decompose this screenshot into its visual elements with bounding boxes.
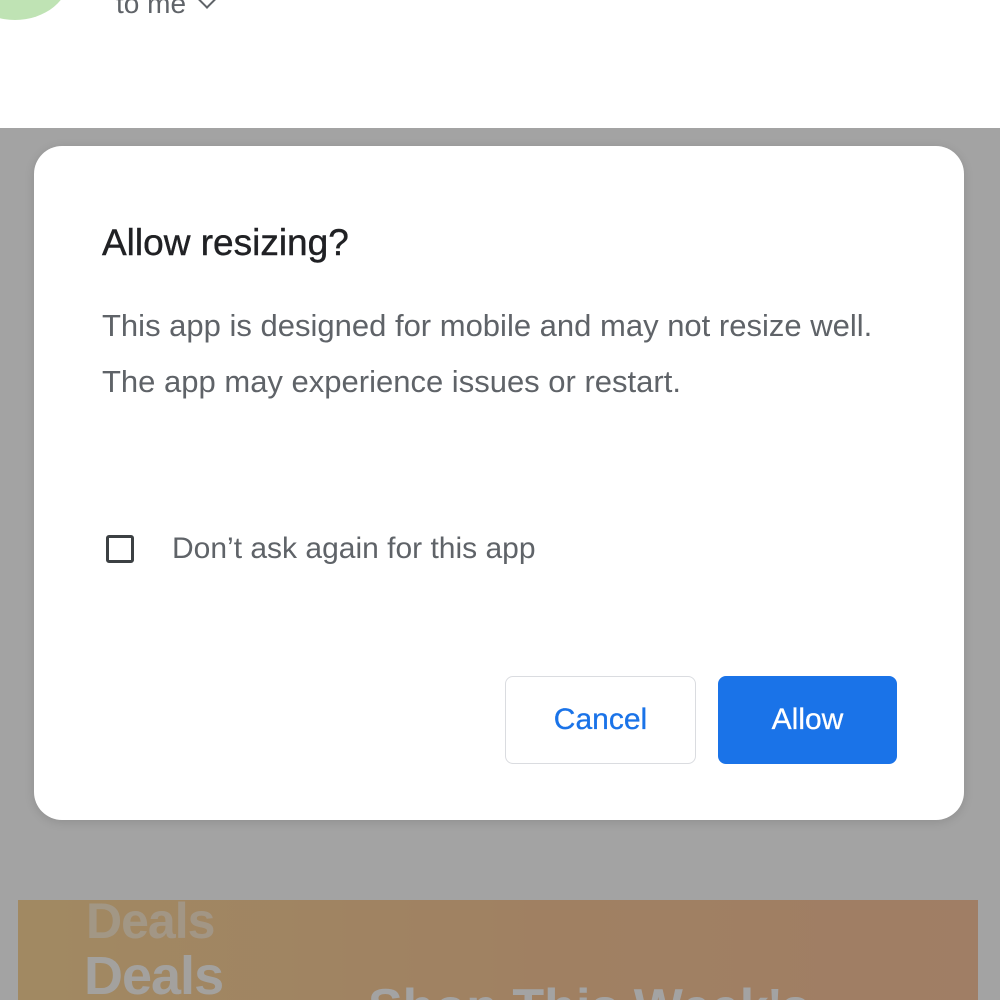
chevron-down-icon xyxy=(197,0,217,9)
dont-ask-again-row[interactable]: Don’t ask again for this app xyxy=(106,532,536,566)
recipient-toggle[interactable]: to me xyxy=(116,0,217,20)
dont-ask-again-label[interactable]: Don’t ask again for this app xyxy=(172,532,536,566)
dialog-title: Allow resizing? xyxy=(102,222,349,263)
checkbox-unchecked-icon[interactable] xyxy=(106,535,134,563)
dialog-body: This app is designed for mobile and may … xyxy=(102,308,873,399)
sender-avatar[interactable] xyxy=(0,0,70,20)
cancel-button[interactable]: Cancel xyxy=(505,676,696,764)
allow-resizing-dialog: Allow resizing? This app is designed for… xyxy=(34,146,964,820)
allow-button[interactable]: Allow xyxy=(718,676,897,764)
recipient-label: to me xyxy=(116,0,187,19)
